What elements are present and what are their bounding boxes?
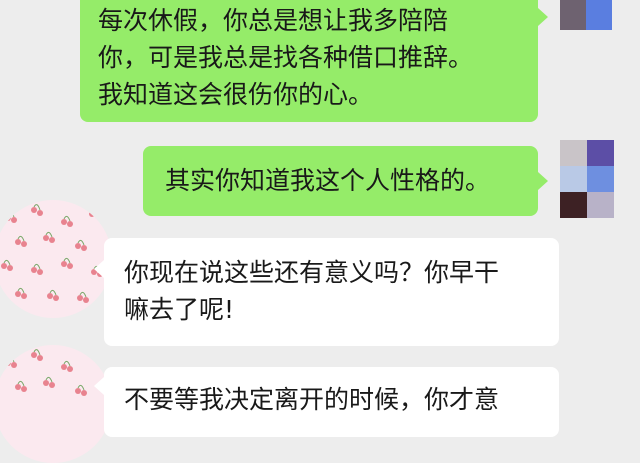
bubble-tail xyxy=(538,172,548,190)
avatar-pixel xyxy=(587,140,614,166)
avatar-pixel xyxy=(587,166,614,192)
message-bubble[interactable]: 你现在说这些还有意义吗？你早干 嘛去了呢! xyxy=(104,238,559,346)
contact-avatar[interactable] xyxy=(0,200,112,318)
contact-avatar[interactable] xyxy=(0,345,112,463)
avatar-pixel xyxy=(560,166,587,192)
message-text-line: 我知道这会很伤你的心。 xyxy=(98,80,374,109)
message-text-line: 你现在说这些还有意义吗？你早干 xyxy=(124,258,500,287)
message-text-line: 嘛去了呢! xyxy=(124,295,235,324)
message-bubble[interactable]: 每次休假，你总是想让我多陪陪 你，可是我总是找各种借口推辞。 我知道这会很伤你的… xyxy=(80,0,538,122)
message-row-incoming: 你现在说这些还有意义吗？你早干 嘛去了呢! xyxy=(0,200,640,350)
avatar-pixel xyxy=(586,0,612,30)
bubble-tail xyxy=(538,8,548,26)
self-avatar[interactable] xyxy=(560,0,612,30)
cherry-pattern-icon xyxy=(5,349,87,396)
message-row-outgoing: 每次休假，你总是想让我多陪陪 你，可是我总是找各种借口推辞。 我知道这会很伤你的… xyxy=(0,0,640,125)
message-text-line: 你，可是我总是找各种借口推辞。 xyxy=(98,43,474,72)
message-text-line: 其实你知道我这个人性格的。 xyxy=(165,166,491,195)
avatar-pixel xyxy=(560,0,586,30)
cherry-pattern-icon xyxy=(1,204,103,303)
bubble-tail xyxy=(94,377,104,395)
bubble-tail xyxy=(94,260,104,278)
avatar-pixel xyxy=(560,140,587,166)
message-text-line: 每次休假，你总是想让我多陪陪 xyxy=(98,6,449,35)
message-bubble[interactable]: 不要等我决定离开的时候，你才意 xyxy=(104,367,559,437)
message-row-incoming: 不要等我决定离开的时候，你才意 xyxy=(0,345,640,463)
